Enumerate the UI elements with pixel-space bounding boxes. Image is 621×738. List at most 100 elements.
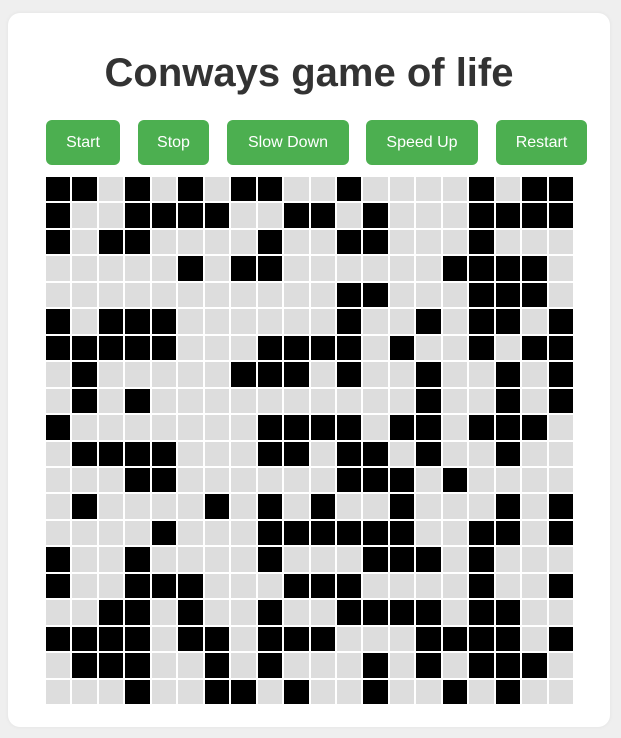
dead-cell[interactable] [98,573,124,599]
alive-cell[interactable] [46,547,71,572]
dead-cell[interactable] [336,653,362,678]
alive-cell[interactable] [257,229,283,255]
alive-cell[interactable] [310,203,335,228]
dead-cell[interactable] [284,467,309,493]
dead-cell[interactable] [522,494,547,519]
alive-cell[interactable] [389,415,415,440]
dead-cell[interactable] [442,282,468,308]
alive-cell[interactable] [495,388,521,414]
dead-cell[interactable] [231,547,256,572]
alive-cell[interactable] [363,203,388,228]
alive-cell[interactable] [363,547,388,572]
dead-cell[interactable] [310,282,335,308]
alive-cell[interactable] [231,679,256,704]
dead-cell[interactable] [46,256,71,281]
dead-cell[interactable] [548,415,573,440]
dead-cell[interactable] [310,653,335,678]
alive-cell[interactable] [363,600,388,625]
alive-cell[interactable] [284,335,309,361]
dead-cell[interactable] [204,362,230,387]
dead-cell[interactable] [257,679,283,704]
dead-cell[interactable] [231,203,256,228]
dead-cell[interactable] [548,547,573,572]
dead-cell[interactable] [98,520,124,546]
dead-cell[interactable] [548,441,573,466]
dead-cell[interactable] [72,520,97,546]
alive-cell[interactable] [469,520,494,546]
dead-cell[interactable] [442,494,468,519]
alive-cell[interactable] [469,415,494,440]
dead-cell[interactable] [469,467,494,493]
dead-cell[interactable] [336,547,362,572]
alive-cell[interactable] [98,653,124,678]
alive-cell[interactable] [284,520,309,546]
alive-cell[interactable] [151,335,177,361]
alive-cell[interactable] [125,600,150,625]
alive-cell[interactable] [469,573,494,599]
alive-cell[interactable] [98,229,124,255]
alive-cell[interactable] [284,415,309,440]
alive-cell[interactable] [469,203,494,228]
alive-cell[interactable] [310,494,335,519]
alive-cell[interactable] [257,256,283,281]
dead-cell[interactable] [204,441,230,466]
dead-cell[interactable] [204,547,230,572]
dead-cell[interactable] [46,653,71,678]
dead-cell[interactable] [151,626,177,652]
dead-cell[interactable] [151,362,177,387]
alive-cell[interactable] [363,653,388,678]
dead-cell[interactable] [231,388,256,414]
alive-cell[interactable] [442,626,468,652]
alive-cell[interactable] [231,256,256,281]
alive-cell[interactable] [284,203,309,228]
alive-cell[interactable] [548,203,573,228]
dead-cell[interactable] [442,441,468,466]
dead-cell[interactable] [363,362,388,387]
alive-cell[interactable] [231,362,256,387]
dead-cell[interactable] [363,626,388,652]
alive-cell[interactable] [416,600,441,625]
dead-cell[interactable] [522,441,547,466]
alive-cell[interactable] [257,335,283,361]
alive-cell[interactable] [495,415,521,440]
alive-cell[interactable] [98,309,124,334]
dead-cell[interactable] [495,467,521,493]
alive-cell[interactable] [495,256,521,281]
dead-cell[interactable] [72,282,97,308]
alive-cell[interactable] [548,388,573,414]
dead-cell[interactable] [442,388,468,414]
dead-cell[interactable] [125,415,150,440]
alive-cell[interactable] [442,467,468,493]
dead-cell[interactable] [548,256,573,281]
dead-cell[interactable] [416,335,441,361]
alive-cell[interactable] [310,415,335,440]
slow-down-button[interactable]: Slow Down [227,120,349,165]
dead-cell[interactable] [336,388,362,414]
alive-cell[interactable] [469,600,494,625]
alive-cell[interactable] [416,626,441,652]
dead-cell[interactable] [257,573,283,599]
dead-cell[interactable] [363,573,388,599]
dead-cell[interactable] [389,679,415,704]
dead-cell[interactable] [442,415,468,440]
dead-cell[interactable] [310,229,335,255]
alive-cell[interactable] [336,573,362,599]
alive-cell[interactable] [151,203,177,228]
dead-cell[interactable] [204,573,230,599]
dead-cell[interactable] [204,415,230,440]
dead-cell[interactable] [46,600,71,625]
dead-cell[interactable] [363,388,388,414]
dead-cell[interactable] [495,573,521,599]
dead-cell[interactable] [522,547,547,572]
dead-cell[interactable] [178,362,203,387]
alive-cell[interactable] [284,362,309,387]
alive-cell[interactable] [522,282,547,308]
dead-cell[interactable] [284,256,309,281]
alive-cell[interactable] [495,494,521,519]
alive-cell[interactable] [178,573,203,599]
alive-cell[interactable] [46,229,71,255]
dead-cell[interactable] [389,256,415,281]
dead-cell[interactable] [125,520,150,546]
alive-cell[interactable] [72,626,97,652]
alive-cell[interactable] [363,520,388,546]
